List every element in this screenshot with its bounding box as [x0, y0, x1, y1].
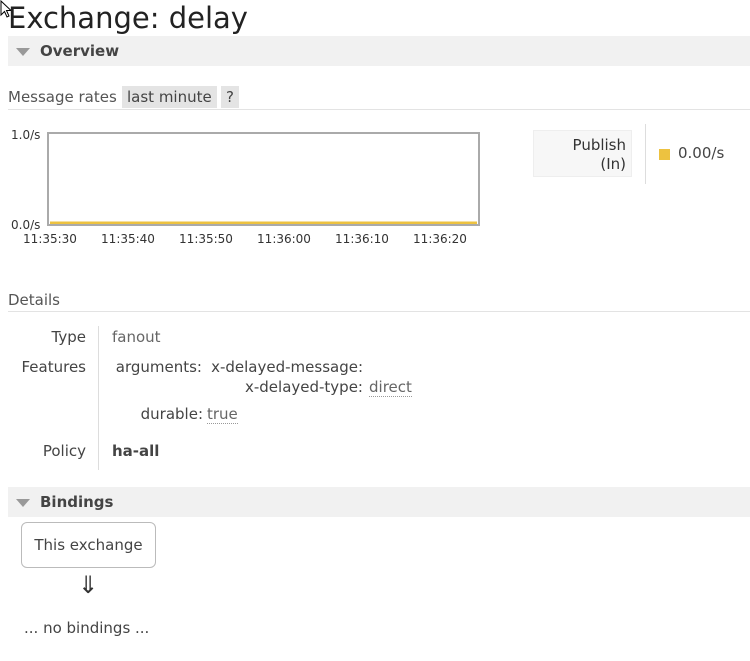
overview-header-label: Overview: [40, 42, 120, 60]
bindings-section-toggle[interactable]: Bindings: [8, 487, 750, 517]
message-rates-label: Message rates: [8, 88, 117, 106]
divider: [8, 311, 750, 312]
triangle-down-icon: [16, 499, 30, 507]
y-tick-label: 1.0/s: [11, 128, 41, 142]
range-last-minute-button[interactable]: last minute: [122, 86, 217, 108]
arguments-key: arguments:: [115, 358, 202, 376]
durable-value: true: [207, 405, 238, 424]
chart-plot: [50, 221, 477, 224]
x-tick-label: 11:35:50: [179, 232, 233, 246]
overview-section-toggle[interactable]: Overview: [8, 36, 750, 66]
y-tick-label: 0.0/s: [11, 218, 41, 232]
legend-publish-in: Publish (In): [533, 130, 632, 177]
no-bindings-text: ... no bindings ...: [24, 619, 150, 637]
this-exchange-box: This exchange: [21, 522, 156, 568]
legend-value: 0.00/s: [678, 144, 725, 162]
double-down-arrow-icon: ⇓: [78, 571, 99, 599]
policy-key: Policy: [42, 442, 86, 460]
policy-value: ha-all: [112, 442, 160, 460]
x-tick-label: 11:35:40: [101, 232, 155, 246]
durable-key: durable:: [140, 405, 203, 423]
type-key: Type: [51, 328, 86, 346]
x-tick-label: 11:36:20: [413, 232, 467, 246]
details-divider: [98, 326, 99, 470]
x-tick-label: 11:36:10: [335, 232, 389, 246]
x-delayed-message-key: x-delayed-message:: [211, 358, 363, 376]
bindings-header-label: Bindings: [40, 493, 114, 511]
legend-color-swatch: [659, 149, 670, 160]
triangle-down-icon: [16, 48, 30, 56]
help-button[interactable]: ?: [221, 86, 239, 108]
x-delayed-type-key: x-delayed-type:: [244, 378, 363, 396]
divider: [8, 109, 750, 110]
details-header: Details: [8, 291, 61, 309]
message-rates-chart: [47, 132, 480, 226]
legend-label-line1: Publish: [572, 136, 626, 154]
type-value: fanout: [112, 328, 161, 346]
page-title: Exchange: delay: [8, 1, 248, 35]
features-key: Features: [21, 358, 87, 376]
legend-label-line2: (In): [600, 155, 626, 173]
x-tick-label: 11:35:30: [23, 232, 77, 246]
legend-separator: [645, 124, 646, 184]
x-delayed-type-value: direct: [369, 378, 412, 397]
x-tick-label: 11:36:00: [257, 232, 311, 246]
